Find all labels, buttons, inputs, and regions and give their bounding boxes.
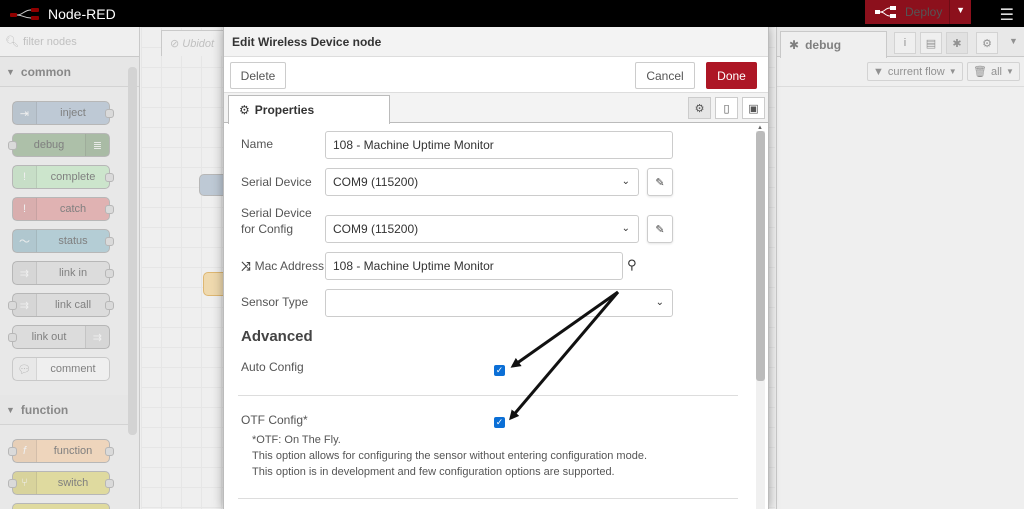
shuffle-icon: ⤨	[241, 259, 251, 273]
auto-config-label: Auto Config	[241, 360, 304, 374]
chevron-down-icon: ⌄	[621, 223, 630, 234]
sensor-type-select[interactable]: ⌄	[325, 289, 673, 317]
otf-note-1: *OTF: On The Fly.	[252, 434, 341, 446]
gear-icon: ⚙	[239, 103, 250, 117]
serial-config-value: COM9 (115200)	[333, 222, 419, 236]
node-red-logo-icon	[10, 7, 39, 20]
main-menu-icon[interactable]: ☰	[1000, 5, 1014, 25]
tray-toolbar: Delete Cancel Done	[224, 57, 768, 93]
otf-note-3: This option is in development and few co…	[252, 466, 615, 478]
deploy-divider	[949, 0, 950, 24]
gear-icon[interactable]: ⚙	[688, 97, 711, 119]
tray-tabs: ⚙ Properties ⚙ ▯ ▣	[224, 93, 768, 124]
divider	[238, 395, 738, 396]
sensor-type-label: Sensor Type	[241, 295, 309, 309]
otf-note-2: This option allows for configuring the s…	[252, 450, 648, 462]
app-header: Node-RED Deploy ▼ ☰	[0, 0, 1024, 27]
chevron-down-icon: ⌄	[655, 297, 664, 308]
done-button[interactable]: Done	[706, 62, 757, 89]
pencil-icon: ✎	[655, 176, 665, 189]
appearance-icon[interactable]: ▣	[742, 97, 765, 119]
tab-properties[interactable]: ⚙ Properties	[228, 95, 390, 124]
delete-button[interactable]: Delete	[230, 62, 286, 89]
chevron-down-icon: ⌄	[621, 176, 630, 187]
auto-config-checkbox[interactable]: ✓	[494, 365, 505, 376]
scrollbar-thumb[interactable]	[756, 131, 765, 381]
name-input[interactable]: 108 - Machine Uptime Monitor	[325, 131, 673, 159]
deploy-label: Deploy	[905, 5, 943, 19]
mac-address-label: Mac Address	[254, 259, 324, 273]
edit-node-tray: Edit Wireless Device node Delete Cancel …	[223, 27, 769, 509]
cancel-button[interactable]: Cancel	[635, 62, 695, 89]
tray-title: Edit Wireless Device node	[224, 27, 768, 57]
otf-config-label: OTF Config*	[241, 413, 308, 427]
tab-properties-label: Properties	[254, 103, 315, 117]
mac-address-label-row: ⤨ Mac Address	[241, 258, 324, 274]
advanced-heading: Advanced	[241, 328, 313, 345]
otf-config-checkbox[interactable]: ✓	[494, 417, 505, 428]
serial-config-label-2: for Config	[241, 222, 294, 236]
mac-address-input[interactable]: 108 - Machine Uptime Monitor	[325, 252, 623, 280]
properties-form: Name 108 - Machine Uptime Monitor Serial…	[224, 123, 768, 509]
document-icon[interactable]: ▯	[715, 97, 738, 119]
pencil-icon: ✎	[655, 223, 665, 236]
serial-config-select[interactable]: COM9 (115200) ⌄	[325, 215, 639, 243]
form-scrollbar[interactable]: ▲	[756, 125, 765, 509]
name-label: Name	[241, 137, 274, 151]
serial-device-value: COM9 (115200)	[333, 175, 419, 189]
search-icon[interactable]: ⚲	[627, 257, 637, 273]
app-logo: Node-RED	[10, 6, 116, 22]
app-title: Node-RED	[48, 5, 116, 22]
edit-serial-button[interactable]: ✎	[647, 168, 673, 196]
serial-device-label: Serial Device	[241, 175, 312, 189]
edit-serial-config-button[interactable]: ✎	[647, 215, 673, 243]
deploy-button[interactable]: Deploy ▼	[865, 0, 971, 24]
deploy-icon	[875, 6, 896, 18]
serial-config-label-1: Serial Device	[241, 206, 312, 220]
serial-device-select[interactable]: COM9 (115200) ⌄	[325, 168, 639, 196]
deploy-caret-icon[interactable]: ▼	[956, 5, 965, 15]
divider	[238, 498, 738, 499]
